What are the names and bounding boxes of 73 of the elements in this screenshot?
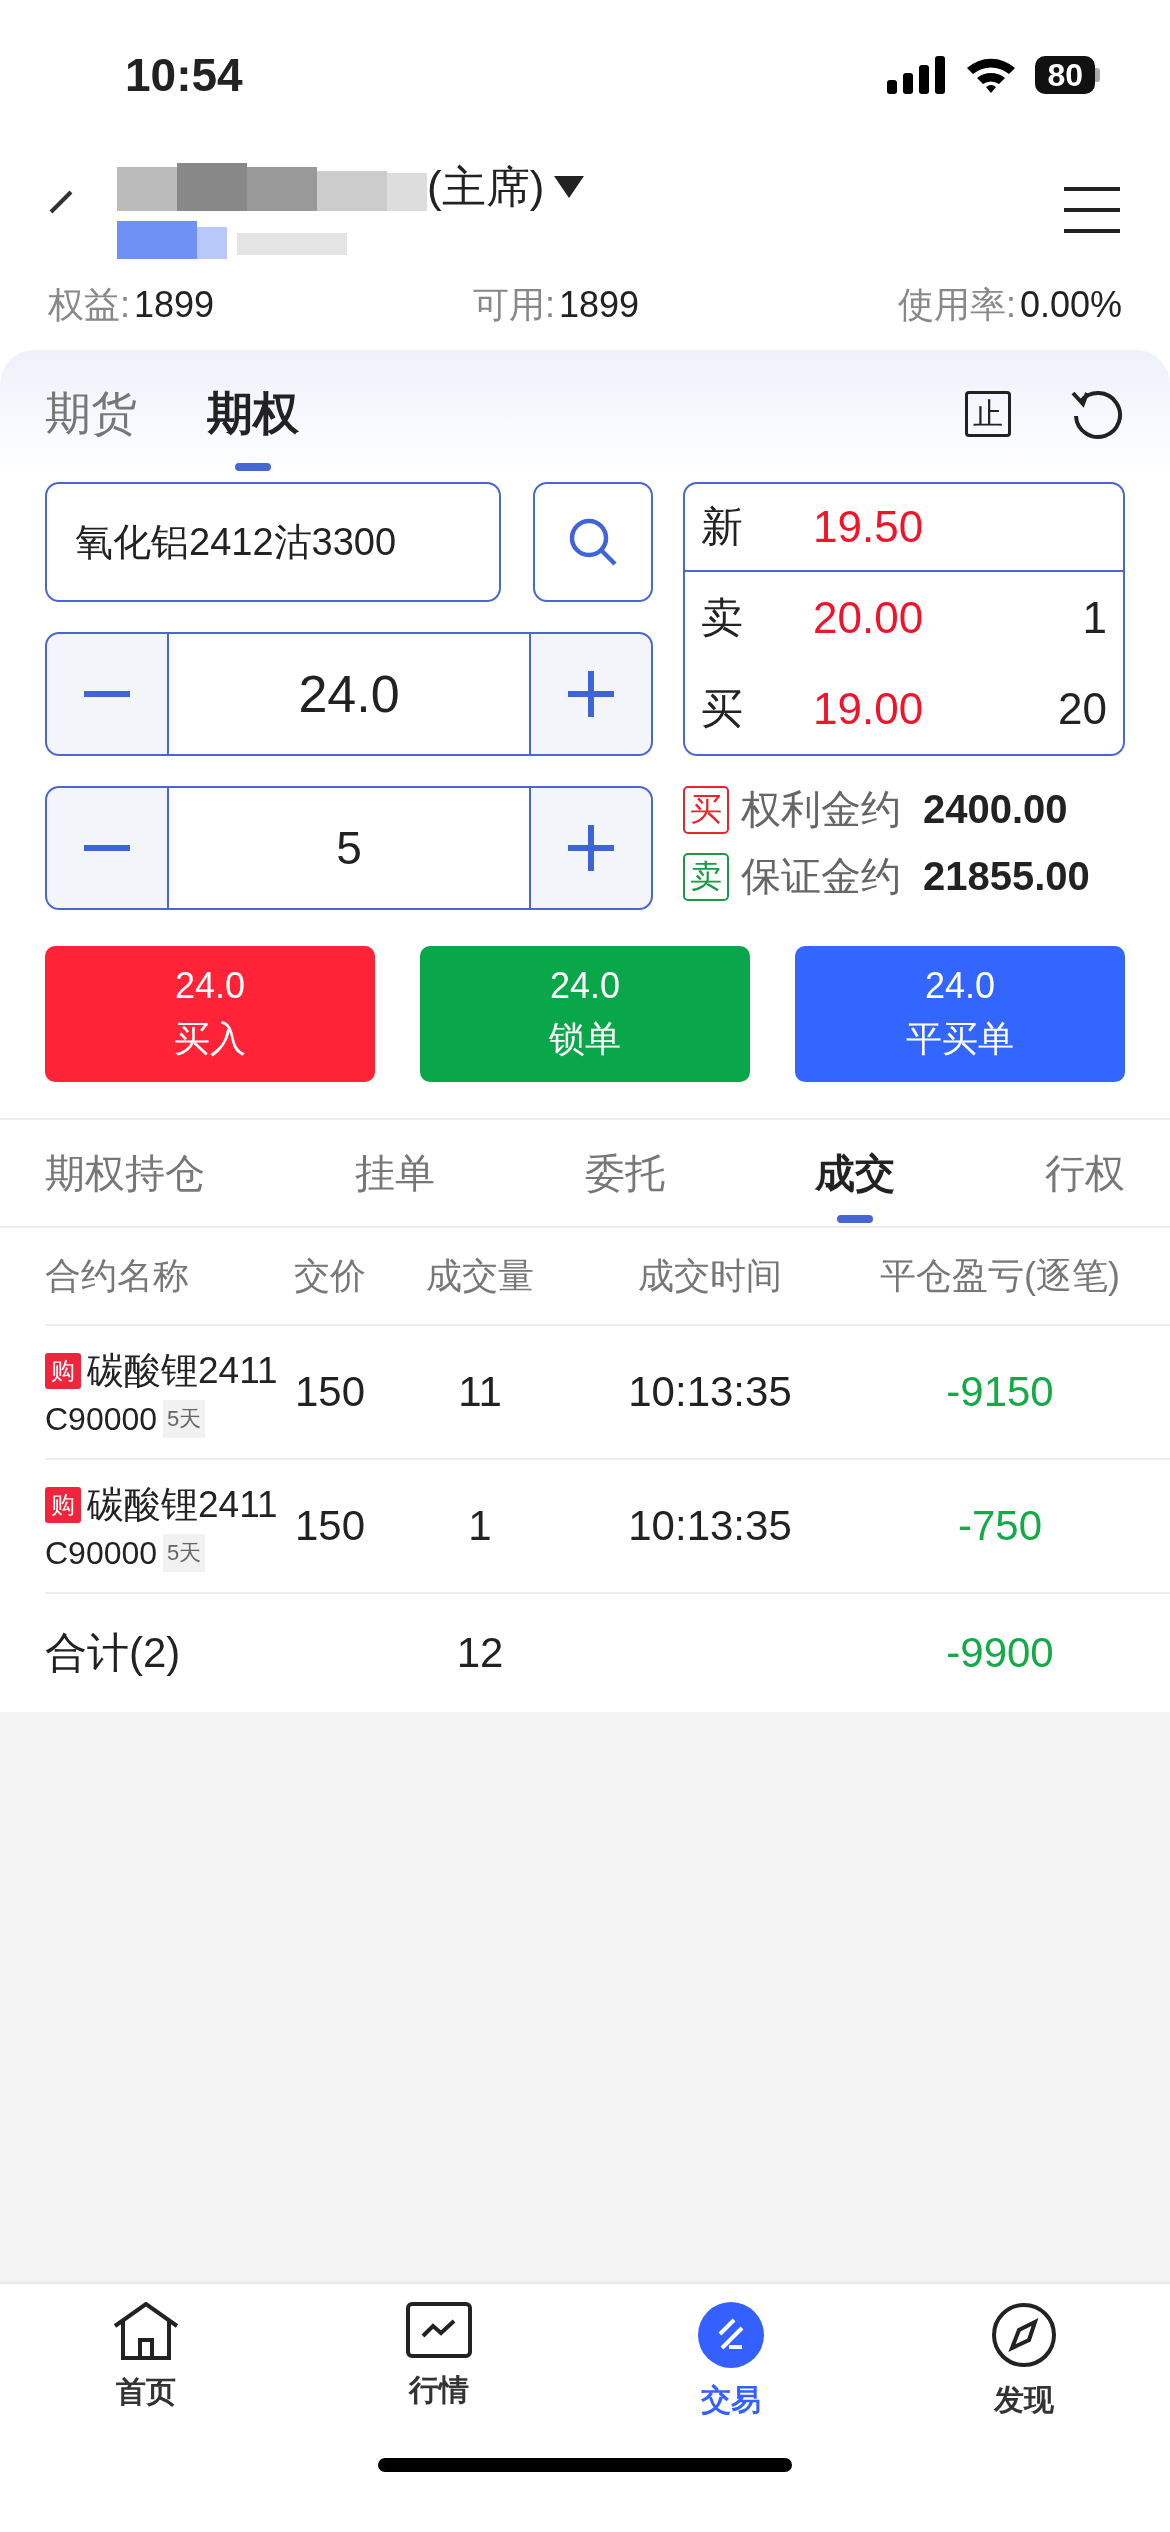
trade-icon xyxy=(698,2302,765,2368)
table-cell-text: -750 xyxy=(956,1502,1044,1550)
contract-code: C90000 xyxy=(45,1534,158,1572)
contract-field[interactable]: 氧化铝2412沽3300 xyxy=(45,482,501,602)
record-tab[interactable]: 委托 xyxy=(585,1137,665,1223)
minus-icon xyxy=(84,845,130,851)
account-stat: 使用率:0.00% xyxy=(897,282,1122,327)
contract-name: 碳酸锂2411 xyxy=(87,1349,278,1393)
quote-price: 20.00 xyxy=(813,592,925,643)
table-cell-text: 10:13:35 xyxy=(627,1502,793,1550)
record-tab[interactable]: 成交 xyxy=(815,1137,895,1223)
quote-price: 19.00 xyxy=(813,683,925,734)
quantity-field[interactable]: 5 xyxy=(167,788,531,908)
column-header: 合约名称 xyxy=(45,1253,190,1298)
column-header: 交价 xyxy=(293,1253,367,1298)
table-cell-text: 150 xyxy=(293,1368,367,1416)
contract-name: 碳酸锂2411 xyxy=(87,1483,278,1527)
caret-icon[interactable] xyxy=(554,176,585,198)
table-cell-text: 1 xyxy=(467,1502,493,1550)
column-header: 平仓盈亏(逐笔) xyxy=(879,1253,1121,1298)
days-tag: 5天 xyxy=(163,1534,206,1572)
table-cell-text: 11 xyxy=(457,1368,503,1416)
last-price: 19.50 xyxy=(813,502,925,552)
product-tab[interactable]: 期货 xyxy=(45,373,137,471)
signal-icon xyxy=(887,56,948,94)
estimate-label: 保证金约 xyxy=(741,853,901,900)
quote-label: 买 xyxy=(701,683,744,734)
side-tag: 卖 xyxy=(683,852,729,901)
table-cell-text: 12 xyxy=(455,1629,505,1677)
nav-tab[interactable]: 首页 xyxy=(66,2302,227,2413)
quote-label: 新 xyxy=(701,502,744,552)
plus-icon xyxy=(568,825,614,871)
nav-tab[interactable]: 交易 xyxy=(651,2302,812,2421)
order-button[interactable]: 24.0 平买单 xyxy=(795,946,1125,1082)
call-tag: 购 xyxy=(45,1487,81,1523)
column-header: 成交时间 xyxy=(637,1253,783,1298)
column-header: 成交量 xyxy=(425,1253,535,1298)
record-tab[interactable]: 行权 xyxy=(1045,1137,1125,1223)
stop-order-icon[interactable]: 止 xyxy=(965,391,1011,437)
product-tab[interactable]: 期权 xyxy=(207,373,299,471)
wifi-icon xyxy=(965,56,1018,94)
estimate-label: 权利金约 xyxy=(741,786,901,833)
status-time: 10:54 xyxy=(125,48,243,102)
days-tag: 5天 xyxy=(163,1400,206,1438)
menu-icon[interactable] xyxy=(1064,186,1120,234)
price-field[interactable]: 24.0 xyxy=(167,634,531,754)
total-label: 合计(2) xyxy=(45,1628,182,1678)
contract-code: C90000 xyxy=(45,1400,158,1438)
compass-icon xyxy=(990,2302,1057,2368)
chart-icon xyxy=(405,2302,472,2358)
account-stat: 权益:1899 xyxy=(48,282,215,327)
quote-volume: 20 xyxy=(1058,683,1107,734)
table-cell-text: 10:13:35 xyxy=(627,1368,793,1416)
table-cell-text: 150 xyxy=(293,1502,367,1550)
account-stat: 可用:1899 xyxy=(472,282,640,327)
search-button[interactable] xyxy=(533,482,653,602)
table-cell-text: -9900 xyxy=(945,1629,1055,1677)
side-tag: 买 xyxy=(683,785,729,834)
call-tag: 购 xyxy=(45,1353,81,1389)
search-icon xyxy=(567,516,619,568)
nav-tab[interactable]: 发现 xyxy=(943,2302,1104,2421)
minus-icon xyxy=(84,691,130,697)
table-cell-text: -9150 xyxy=(945,1368,1055,1416)
record-tab[interactable]: 挂单 xyxy=(355,1137,435,1223)
order-button[interactable]: 24.0 买入 xyxy=(45,946,375,1082)
record-tab[interactable]: 期权持仓 xyxy=(45,1137,205,1223)
estimate-value: 2400.00 xyxy=(923,787,1068,832)
quote-volume: 1 xyxy=(1082,592,1107,643)
home-icon xyxy=(113,2302,180,2360)
nav-tab[interactable]: 行情 xyxy=(358,2302,519,2411)
quote-label: 卖 xyxy=(701,592,744,643)
estimate-value: 21855.00 xyxy=(923,854,1090,899)
plus-icon xyxy=(568,671,614,717)
